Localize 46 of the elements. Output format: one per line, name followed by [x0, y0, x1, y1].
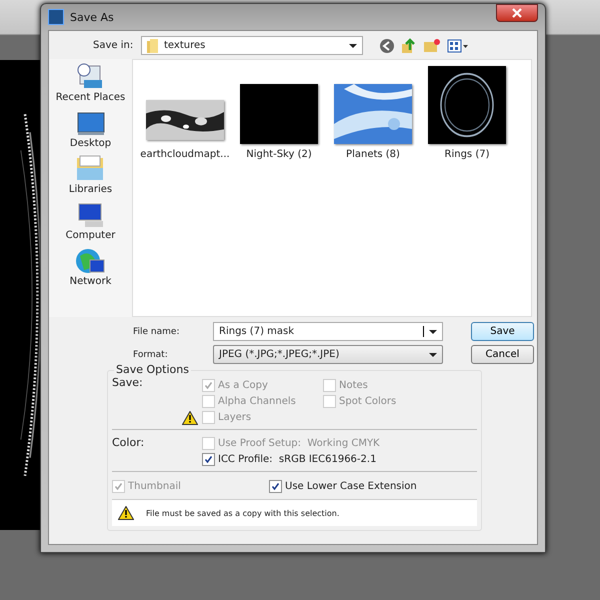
- save-label: Save:: [112, 376, 144, 389]
- folder-icon: [147, 38, 159, 52]
- file-name-field[interactable]: Rings (7) mask: [213, 322, 443, 341]
- place-item[interactable]: Computer: [66, 200, 116, 241]
- app-icon: [48, 9, 64, 25]
- checkbox-label: Alpha Channels: [218, 396, 296, 407]
- file-item[interactable]: Planets (8): [327, 64, 419, 160]
- checkbox[interactable]: [202, 453, 215, 466]
- file-item[interactable]: Night-Sky (2): [233, 64, 325, 160]
- window-title: Save As: [70, 10, 115, 24]
- format-label: Format:: [133, 350, 169, 360]
- checkbox-label: As a Copy: [218, 380, 268, 391]
- place-item[interactable]: Recent Places: [56, 62, 126, 103]
- close-icon: [512, 8, 522, 18]
- back-icon[interactable]: [379, 38, 395, 54]
- color-label: Color:: [112, 436, 146, 449]
- cancel-button[interactable]: Cancel: [471, 345, 534, 364]
- caret-icon: [429, 352, 437, 356]
- file-item[interactable]: earthcloudmapt...: [139, 64, 231, 160]
- place-item[interactable]: Libraries: [68, 154, 112, 195]
- save-in-dropdown[interactable]: textures: [141, 36, 363, 55]
- up-folder-icon[interactable]: [401, 38, 417, 54]
- checkbox-label: ICC Profile: sRGB IEC61966-2.1: [218, 454, 376, 465]
- view-menu-icon[interactable]: [447, 38, 469, 54]
- checkbox-label: Thumbnail: [128, 481, 181, 492]
- new-folder-icon[interactable]: [423, 38, 441, 54]
- save-button[interactable]: Save: [471, 322, 534, 341]
- checkbox-label: Use Lower Case Extension: [285, 481, 417, 492]
- caret-icon: [429, 330, 437, 334]
- checkbox-label: Notes: [339, 380, 368, 391]
- file-name-label: File name:: [133, 326, 180, 336]
- checkbox-label: Layers: [218, 412, 252, 423]
- warning-icon: [118, 506, 134, 520]
- file-item[interactable]: Rings (7): [421, 64, 513, 160]
- checkbox-label: Spot Colors: [339, 396, 396, 407]
- save-options-title: Save Options: [114, 363, 191, 376]
- close-button[interactable]: [496, 4, 538, 22]
- message-text: File must be saved as a copy with this selection.: [146, 508, 340, 518]
- network-icon: [74, 246, 106, 276]
- save-in-label: Save in:: [93, 40, 134, 51]
- format-dropdown[interactable]: JPEG (*.JPG;*.JPEG;*.JPE): [213, 345, 443, 364]
- place-item[interactable]: Desktop: [70, 108, 112, 149]
- caret-icon: [349, 44, 357, 48]
- checkbox-label: Use Proof Setup: Working CMYK: [218, 438, 380, 449]
- checkbox[interactable]: [269, 480, 282, 493]
- place-item[interactable]: Network: [70, 246, 112, 287]
